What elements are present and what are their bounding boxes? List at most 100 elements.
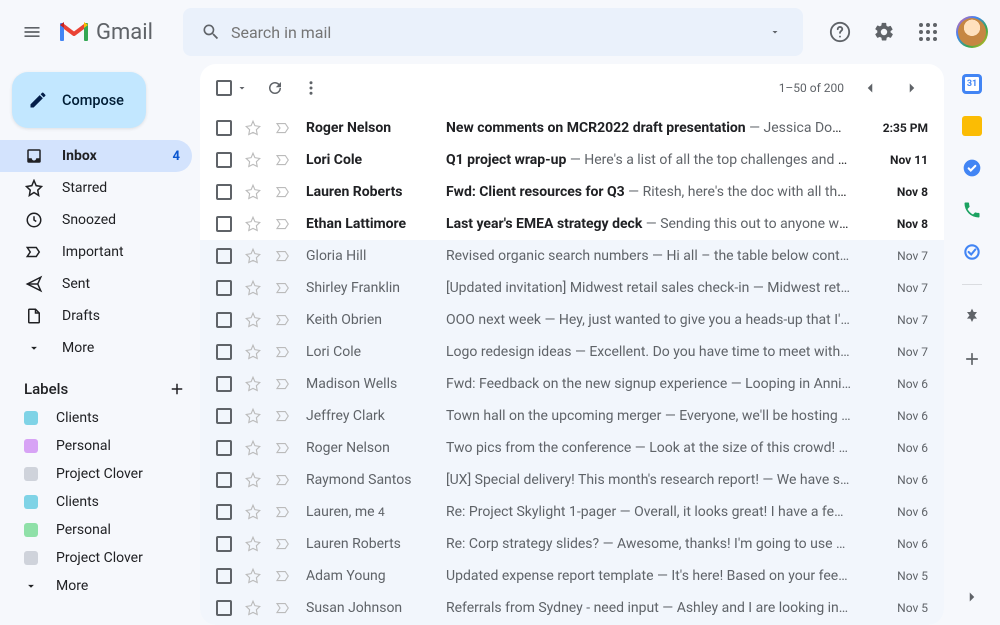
important-marker[interactable] bbox=[274, 567, 294, 585]
mail-row[interactable]: Adam YoungUpdated expense report templat… bbox=[200, 560, 944, 592]
important-marker[interactable] bbox=[274, 215, 294, 233]
nav-item-snoozed[interactable]: Snoozed bbox=[0, 204, 192, 236]
compose-button[interactable]: Compose bbox=[12, 72, 146, 128]
row-checkbox[interactable] bbox=[216, 376, 232, 392]
nav-item-starred[interactable]: Starred bbox=[0, 172, 192, 204]
mail-row[interactable]: Madison WellsFwd: Feedback on the new si… bbox=[200, 368, 944, 400]
nav-item-inbox[interactable]: Inbox4 bbox=[0, 140, 192, 172]
mail-row[interactable]: Roger NelsonNew comments on MCR2022 draf… bbox=[200, 112, 944, 144]
important-marker[interactable] bbox=[274, 599, 294, 617]
row-checkbox[interactable] bbox=[216, 408, 232, 424]
nav-item-drafts[interactable]: Drafts bbox=[0, 300, 192, 332]
search-bar[interactable] bbox=[183, 8, 803, 56]
nav-item-important[interactable]: Important bbox=[0, 236, 192, 268]
main-menu-button[interactable] bbox=[8, 8, 56, 56]
mail-row[interactable]: Roger NelsonTwo pics from the conference… bbox=[200, 432, 944, 464]
mail-row[interactable]: Lauren, me 4Re: Project Skylight 1-pager… bbox=[200, 496, 944, 528]
row-checkbox[interactable] bbox=[216, 280, 232, 296]
prev-page-button[interactable] bbox=[854, 72, 886, 104]
mail-row[interactable]: Keith ObrienOOO next week — Hey, just wa… bbox=[200, 304, 944, 336]
star-button[interactable] bbox=[244, 567, 264, 585]
mail-row[interactable]: Ethan LattimoreLast year's EMEA strategy… bbox=[200, 208, 944, 240]
calendar-app-icon[interactable]: 31 bbox=[962, 74, 982, 94]
settings-button[interactable] bbox=[864, 12, 904, 52]
important-marker[interactable] bbox=[274, 535, 294, 553]
row-checkbox[interactable] bbox=[216, 248, 232, 264]
search-button[interactable] bbox=[191, 12, 231, 52]
row-checkbox[interactable] bbox=[216, 504, 232, 520]
contacts-app-icon[interactable] bbox=[962, 200, 982, 220]
label-item[interactable]: Project Clover bbox=[0, 544, 200, 572]
star-button[interactable] bbox=[244, 151, 264, 169]
label-item[interactable]: Project Clover bbox=[0, 460, 200, 488]
row-checkbox[interactable] bbox=[216, 152, 232, 168]
important-marker[interactable] bbox=[274, 279, 294, 297]
addon-extra-icon[interactable] bbox=[962, 307, 982, 327]
nav-item-more[interactable]: More bbox=[0, 332, 192, 364]
label-item[interactable]: Personal bbox=[0, 516, 200, 544]
important-marker[interactable] bbox=[274, 503, 294, 521]
star-button[interactable] bbox=[244, 247, 264, 265]
select-all-checkbox[interactable] bbox=[216, 80, 232, 96]
important-marker[interactable] bbox=[274, 119, 294, 137]
search-options-button[interactable] bbox=[755, 12, 795, 52]
important-marker[interactable] bbox=[274, 311, 294, 329]
tasks-app-icon[interactable] bbox=[962, 158, 982, 178]
gmail-logo[interactable]: Gmail bbox=[56, 20, 183, 45]
more-actions-button[interactable] bbox=[302, 79, 320, 97]
star-button[interactable] bbox=[244, 215, 264, 233]
important-marker[interactable] bbox=[274, 151, 294, 169]
label-item[interactable]: Clients bbox=[0, 488, 200, 516]
star-button[interactable] bbox=[244, 503, 264, 521]
row-checkbox[interactable] bbox=[216, 440, 232, 456]
star-button[interactable] bbox=[244, 407, 264, 425]
important-marker[interactable] bbox=[274, 247, 294, 265]
label-item[interactable]: Clients bbox=[0, 404, 200, 432]
nav-item-sent[interactable]: Sent bbox=[0, 268, 192, 300]
important-marker[interactable] bbox=[274, 439, 294, 457]
next-page-button[interactable] bbox=[896, 72, 928, 104]
search-input[interactable] bbox=[231, 23, 755, 42]
row-checkbox[interactable] bbox=[216, 184, 232, 200]
star-button[interactable] bbox=[244, 279, 264, 297]
mail-row[interactable]: Shirley Franklin[Updated invitation] Mid… bbox=[200, 272, 944, 304]
labels-more[interactable]: More bbox=[0, 572, 200, 600]
row-checkbox[interactable] bbox=[216, 536, 232, 552]
important-marker[interactable] bbox=[274, 343, 294, 361]
important-marker[interactable] bbox=[274, 407, 294, 425]
mail-row[interactable]: Gloria HillRevised organic search number… bbox=[200, 240, 944, 272]
star-button[interactable] bbox=[244, 599, 264, 617]
addon-icon[interactable] bbox=[962, 242, 982, 262]
mail-row[interactable]: Lauren RobertsRe: Corp strategy slides? … bbox=[200, 528, 944, 560]
important-marker[interactable] bbox=[274, 375, 294, 393]
refresh-button[interactable] bbox=[266, 79, 284, 97]
important-marker[interactable] bbox=[274, 471, 294, 489]
account-avatar[interactable] bbox=[956, 16, 988, 48]
row-checkbox[interactable] bbox=[216, 600, 232, 616]
row-checkbox[interactable] bbox=[216, 312, 232, 328]
star-button[interactable] bbox=[244, 535, 264, 553]
row-checkbox[interactable] bbox=[216, 216, 232, 232]
mail-row[interactable]: Lauren RobertsFwd: Client resources for … bbox=[200, 176, 944, 208]
star-button[interactable] bbox=[244, 183, 264, 201]
support-button[interactable] bbox=[820, 12, 860, 52]
important-marker[interactable] bbox=[274, 183, 294, 201]
star-button[interactable] bbox=[244, 311, 264, 329]
mail-row[interactable]: Susan JohnsonReferrals from Sydney - nee… bbox=[200, 592, 944, 624]
get-addons-button[interactable] bbox=[962, 349, 982, 369]
mail-row[interactable]: Jeffrey ClarkTown hall on the upcoming m… bbox=[200, 400, 944, 432]
star-button[interactable] bbox=[244, 375, 264, 393]
apps-button[interactable] bbox=[908, 12, 948, 52]
star-button[interactable] bbox=[244, 471, 264, 489]
star-button[interactable] bbox=[244, 439, 264, 457]
row-checkbox[interactable] bbox=[216, 568, 232, 584]
mail-row[interactable]: Lori ColeQ1 project wrap-up — Here's a l… bbox=[200, 144, 944, 176]
row-checkbox[interactable] bbox=[216, 344, 232, 360]
row-checkbox[interactable] bbox=[216, 472, 232, 488]
select-dropdown-icon[interactable] bbox=[236, 82, 248, 94]
star-button[interactable] bbox=[244, 119, 264, 137]
keep-app-icon[interactable] bbox=[962, 116, 982, 136]
mail-row[interactable]: Lori ColeLogo redesign ideas — Excellent… bbox=[200, 336, 944, 368]
star-button[interactable] bbox=[244, 343, 264, 361]
add-label-button[interactable] bbox=[168, 380, 186, 398]
